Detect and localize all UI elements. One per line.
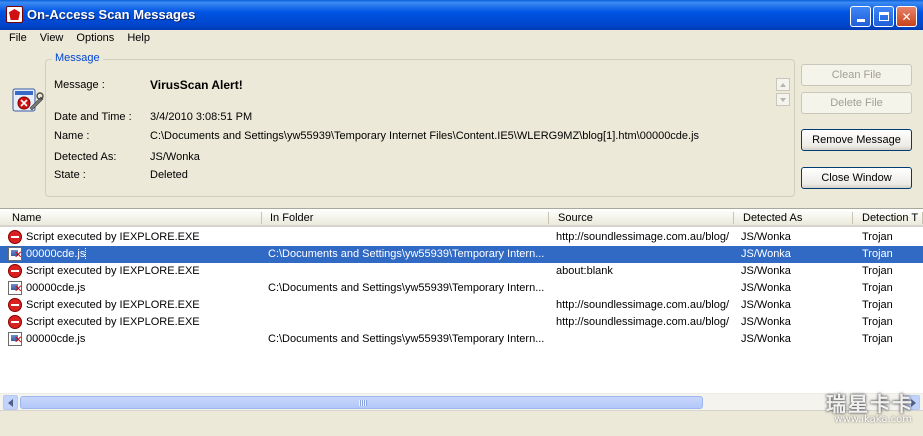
- virusscan-alert-icon: [12, 88, 44, 112]
- blocked-icon: [8, 230, 22, 244]
- row-detected-as: JS/Wonka: [741, 333, 791, 345]
- delete-file-button[interactable]: Delete File: [801, 92, 912, 114]
- infected-file-icon: [8, 281, 22, 295]
- row-detection-type: Trojan: [862, 299, 893, 311]
- close-window-button[interactable]: Close Window: [801, 167, 912, 189]
- detected-as-label: Detected As:: [54, 151, 117, 163]
- close-button[interactable]: ✕: [896, 6, 917, 27]
- name-value: C:\Documents and Settings\yw55939\Tempor…: [150, 130, 700, 142]
- table-row[interactable]: 00000cde.js C:\Documents and Settings\yw…: [0, 280, 923, 297]
- clean-file-button[interactable]: Clean File: [801, 64, 912, 86]
- close-icon: ✕: [901, 9, 912, 24]
- blocked-icon: [8, 315, 22, 329]
- row-name: Script executed by IEXPLORE.EXE: [26, 299, 200, 311]
- row-name: Script executed by IEXPLORE.EXE: [26, 231, 200, 243]
- row-detection-type: Trojan: [862, 265, 893, 277]
- row-detection-type: Trojan: [862, 282, 893, 294]
- row-detection-type: Trojan: [862, 316, 893, 328]
- table-row[interactable]: Script executed by IEXPLORE.EXE http://s…: [0, 297, 923, 314]
- scroll-right-button[interactable]: [905, 395, 920, 410]
- menu-view[interactable]: View: [32, 30, 69, 49]
- row-name: 00000cde.js: [26, 333, 86, 345]
- row-source: http://soundlessimage.com.au/blog/: [556, 231, 730, 243]
- message-label: Message :: [54, 79, 105, 91]
- row-name: 00000cde.js: [26, 282, 86, 294]
- menu-help[interactable]: Help: [119, 30, 155, 49]
- row-folder: C:\Documents and Settings\yw55939\Tempor…: [268, 333, 545, 345]
- detected-as-value: JS/Wonka: [150, 151, 200, 163]
- menu-bar: File View Options Help: [0, 30, 923, 49]
- row-name: 00000cde.js: [26, 248, 87, 260]
- infected-file-icon: [8, 332, 22, 346]
- date-time-value: 3/4/2010 3:08:51 PM: [150, 111, 253, 123]
- row-detected-as: JS/Wonka: [741, 282, 791, 294]
- message-groupbox: Message Message : VirusScan Alert! Date …: [45, 52, 795, 197]
- row-folder: C:\Documents and Settings\yw55939\Tempor…: [268, 248, 545, 260]
- maximize-button[interactable]: [873, 6, 894, 27]
- row-detected-as: JS/Wonka: [741, 265, 791, 277]
- blocked-icon: [8, 264, 22, 278]
- row-folder: C:\Documents and Settings\yw55939\Tempor…: [268, 282, 545, 294]
- up-arrow-icon: [780, 83, 786, 87]
- blocked-icon: [8, 298, 22, 312]
- previous-message-button[interactable]: [776, 78, 790, 91]
- column-header-name[interactable]: Name: [0, 209, 262, 227]
- right-arrow-icon: [911, 399, 916, 407]
- row-detected-as: JS/Wonka: [741, 316, 791, 328]
- table-row[interactable]: Script executed by IEXPLORE.EXE about:bl…: [0, 263, 923, 280]
- window-title: On-Access Scan Messages: [27, 7, 196, 22]
- infected-file-icon: [8, 247, 22, 261]
- message-group-legend: Message: [52, 52, 103, 64]
- minimize-icon: [856, 19, 865, 22]
- maximize-icon: [878, 12, 889, 21]
- next-message-button[interactable]: [776, 93, 790, 106]
- row-detected-as: JS/Wonka: [741, 248, 791, 260]
- row-detected-as: JS/Wonka: [741, 231, 791, 243]
- remove-message-button[interactable]: Remove Message: [801, 129, 912, 151]
- scrollbar-thumb[interactable]: [20, 396, 703, 409]
- mcafee-shield-icon: [6, 6, 23, 23]
- horizontal-scrollbar[interactable]: [0, 393, 923, 410]
- scan-messages-list[interactable]: Name In Folder Source Detected As Detect…: [0, 208, 923, 410]
- column-header-detection-type[interactable]: Detection T: [853, 209, 923, 227]
- name-label: Name :: [54, 130, 90, 142]
- row-source: about:blank: [556, 265, 613, 277]
- row-detection-type: Trojan: [862, 248, 893, 260]
- column-header-source[interactable]: Source: [549, 209, 734, 227]
- column-header-in-folder[interactable]: In Folder: [262, 209, 549, 227]
- row-name: Script executed by IEXPLORE.EXE: [26, 316, 200, 328]
- table-row[interactable]: Script executed by IEXPLORE.EXE http://s…: [0, 229, 923, 246]
- row-detection-type: Trojan: [862, 231, 893, 243]
- row-source: http://soundlessimage.com.au/blog/: [556, 316, 730, 328]
- row-source: http://soundlessimage.com.au/blog/: [556, 299, 730, 311]
- menu-file[interactable]: File: [0, 30, 32, 49]
- state-label: State :: [54, 169, 86, 181]
- table-row[interactable]: 00000cde.js C:\Documents and Settings\yw…: [0, 331, 923, 348]
- row-detected-as: JS/Wonka: [741, 299, 791, 311]
- left-arrow-icon: [8, 399, 13, 407]
- status-bar: [0, 410, 923, 436]
- grip-icon: [359, 400, 367, 406]
- table-row[interactable]: Script executed by IEXPLORE.EXE http://s…: [0, 314, 923, 331]
- title-bar[interactable]: On-Access Scan Messages ✕: [0, 0, 923, 30]
- menu-options[interactable]: Options: [68, 30, 119, 49]
- scroll-left-button[interactable]: [3, 395, 18, 410]
- date-time-label: Date and Time :: [54, 111, 132, 123]
- message-value: VirusScan Alert!: [150, 78, 243, 92]
- row-name: Script executed by IEXPLORE.EXE: [26, 265, 200, 277]
- down-arrow-icon: [780, 98, 786, 102]
- minimize-button[interactable]: [850, 6, 871, 27]
- state-value: Deleted: [150, 169, 188, 181]
- table-row-selected[interactable]: 00000cde.js C:\Documents and Settings\yw…: [0, 246, 923, 263]
- column-header-detected-as[interactable]: Detected As: [734, 209, 853, 227]
- row-detection-type: Trojan: [862, 333, 893, 345]
